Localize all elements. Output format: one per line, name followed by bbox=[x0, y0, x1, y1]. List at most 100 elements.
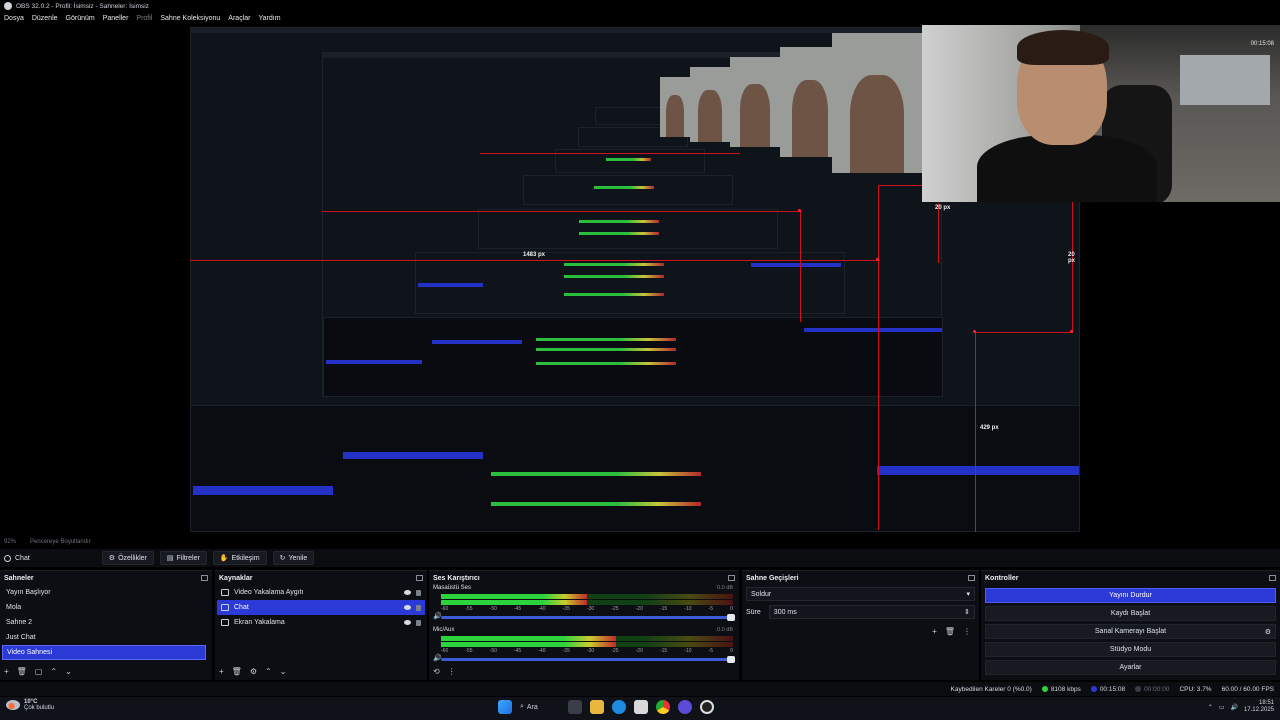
measure-label-width: 1483 px bbox=[523, 252, 546, 258]
undock-icon[interactable] bbox=[968, 575, 975, 581]
stop-streaming-button[interactable]: Yayını Durdur bbox=[985, 588, 1276, 603]
network-icon[interactable]: ▭ bbox=[1219, 704, 1225, 711]
lock-icon[interactable] bbox=[416, 589, 421, 596]
tick-label: -55 bbox=[465, 648, 473, 654]
channel-name: Masaüstü Ses bbox=[433, 585, 472, 591]
tick-label: -25 bbox=[611, 648, 619, 654]
visibility-eye-icon[interactable] bbox=[404, 605, 411, 610]
remove-transition-icon[interactable]: 🗑 bbox=[945, 627, 955, 636]
visibility-eye-icon[interactable] bbox=[404, 620, 411, 625]
volume-icon[interactable]: 🔊 bbox=[1230, 704, 1237, 711]
menu-file[interactable]: Dosya bbox=[4, 15, 24, 22]
discord-icon[interactable] bbox=[678, 700, 692, 714]
start-recording-button[interactable]: Kaydı Başlat bbox=[985, 606, 1276, 621]
level-meter bbox=[441, 600, 733, 605]
undock-icon[interactable] bbox=[201, 575, 208, 581]
remove-scene-icon[interactable]: 🗑 bbox=[17, 667, 27, 676]
settings-button[interactable]: Ayarlar bbox=[985, 660, 1276, 675]
lock-icon[interactable] bbox=[416, 604, 421, 611]
remove-source-icon[interactable]: 🗑 bbox=[232, 667, 242, 676]
transition-select[interactable]: Soldur ▾ bbox=[746, 587, 975, 601]
scene-item[interactable]: Sahne 2 bbox=[2, 615, 206, 630]
refresh-button[interactable]: ↻ Yenile bbox=[272, 551, 315, 565]
weather-cloud-icon bbox=[6, 700, 20, 710]
camera-icon bbox=[221, 589, 229, 596]
bitrate: 8108 kbps bbox=[1041, 686, 1081, 693]
preview-zoom[interactable]: 92% bbox=[4, 539, 16, 545]
interact-button[interactable]: ✋ Etkileşim bbox=[212, 551, 267, 565]
mixer-channel: Masaüstü Ses 0.0 dB -60 -55 -50 -45 -40 -35 -3… bbox=[429, 585, 739, 627]
menu-profile[interactable]: Profil bbox=[136, 15, 152, 22]
scene-item[interactable]: Yayın Başlıyor bbox=[2, 585, 206, 600]
edge-icon[interactable] bbox=[612, 700, 626, 714]
store-icon[interactable] bbox=[634, 700, 648, 714]
windows-start-icon[interactable] bbox=[498, 700, 512, 714]
preview-scale-mode[interactable]: Pencereye Boyutlandır bbox=[30, 539, 91, 545]
undock-icon[interactable] bbox=[1269, 575, 1276, 581]
scene-filter-icon[interactable]: ▢ bbox=[35, 667, 43, 676]
menu-edit[interactable]: Düzenle bbox=[32, 15, 58, 22]
studio-mode-button[interactable]: Stüdyo Modu bbox=[985, 642, 1276, 657]
source-item-selected[interactable]: Chat bbox=[217, 600, 425, 615]
weather-widget[interactable]: 10°C Çok bulutlu bbox=[6, 699, 54, 711]
title-bar: OBS 32.0.2 - Profil: İsimsiz - Sahneler:… bbox=[0, 0, 1280, 12]
monitor-icon bbox=[221, 619, 229, 626]
tick-label: -40 bbox=[538, 648, 546, 654]
cpu-usage: CPU: 3.7% bbox=[1179, 685, 1212, 693]
taskbar-search[interactable]: ⌕ Ara bbox=[520, 700, 560, 714]
duration-input[interactable]: 300 ms ⇕ bbox=[768, 605, 975, 619]
windows-taskbar: 10°C Çok bulutlu ⌕ Ara ⌃ ▭ 🔊 18:51 17.12.… bbox=[0, 697, 1280, 720]
lock-icon[interactable] bbox=[416, 619, 421, 626]
scene-item[interactable]: Just Chat bbox=[2, 630, 206, 645]
source-settings-icon[interactable]: ⚙ bbox=[250, 667, 257, 676]
meter-ticks: -60 -55 -50 -45 -40 -35 -30 -25 -20 -15 -10 -5 0 bbox=[441, 648, 733, 654]
scene-gear-icon bbox=[4, 554, 11, 562]
menu-help[interactable]: Yardım bbox=[258, 15, 280, 22]
menu-view[interactable]: Görünüm bbox=[66, 15, 95, 22]
scene-item[interactable]: Mola bbox=[2, 600, 206, 615]
menu-tools[interactable]: Araçlar bbox=[228, 15, 250, 22]
transition-menu-icon[interactable]: ⋮ bbox=[963, 627, 971, 636]
visibility-eye-icon[interactable] bbox=[404, 590, 411, 595]
stepper-icon[interactable]: ⇕ bbox=[964, 608, 970, 616]
source-item[interactable]: Ekran Yakalama bbox=[217, 615, 425, 630]
mixer-link-icon[interactable]: ⟲ bbox=[433, 667, 440, 676]
status-bar: Kaybedilen Kareler 0 (%0.0) 8108 kbps 00… bbox=[0, 682, 1280, 696]
move-up-icon[interactable]: ⌃ bbox=[265, 667, 272, 676]
tick-label: -15 bbox=[659, 606, 668, 612]
undock-icon[interactable] bbox=[416, 575, 423, 581]
hand-icon: ✋ bbox=[219, 555, 229, 562]
mixer-title: Ses Karıştırıcı bbox=[433, 574, 480, 582]
move-down-icon[interactable]: ⌄ bbox=[280, 667, 287, 676]
clock[interactable]: 18:51 17.12.2025 bbox=[1244, 700, 1274, 714]
undock-icon[interactable] bbox=[728, 575, 735, 581]
current-scene-name: Chat bbox=[15, 554, 30, 562]
source-item[interactable]: Video Yakalama Aygıtı bbox=[217, 585, 425, 600]
gear-icon[interactable]: ⚙ bbox=[1265, 628, 1271, 636]
move-up-icon[interactable]: ⌃ bbox=[50, 667, 57, 676]
add-transition-icon[interactable]: + bbox=[932, 627, 937, 636]
add-scene-icon[interactable]: + bbox=[4, 667, 9, 676]
preview-canvas[interactable]: 1483 px 429 px 20 px 20 px 00:15:08 bbox=[0, 25, 1280, 540]
volume-slider[interactable] bbox=[441, 656, 735, 663]
tick-label: -45 bbox=[513, 648, 522, 654]
file-explorer-icon[interactable] bbox=[590, 700, 604, 714]
move-down-icon[interactable]: ⌄ bbox=[65, 667, 72, 676]
filters-button[interactable]: ▤ Filtreler bbox=[159, 551, 207, 565]
properties-button[interactable]: ⚙ Özellikler bbox=[101, 551, 154, 565]
start-virtual-camera-button[interactable]: Sanal Kamerayı Başlat ⚙ bbox=[985, 624, 1276, 639]
volume-slider[interactable] bbox=[441, 614, 735, 621]
measure-label-margin-a: 20 px bbox=[935, 205, 951, 211]
menu-docks[interactable]: Paneller bbox=[103, 15, 129, 22]
webcam-source[interactable]: 00:15:08 bbox=[922, 25, 1280, 202]
task-view-icon[interactable] bbox=[568, 700, 582, 714]
scene-item-selected[interactable]: Video Sahnesi bbox=[2, 645, 206, 660]
add-source-icon[interactable]: + bbox=[219, 667, 224, 676]
chrome-icon[interactable] bbox=[656, 700, 670, 714]
window-title: OBS 32.0.2 - Profil: İsimsiz - Sahneler:… bbox=[16, 2, 149, 10]
tray-chevron-icon[interactable]: ⌃ bbox=[1208, 704, 1213, 711]
menu-scene-collection[interactable]: Sahne Koleksiyonu bbox=[160, 15, 220, 22]
browser-icon bbox=[221, 604, 229, 611]
obs-taskbar-icon[interactable] bbox=[700, 700, 714, 714]
mixer-menu-icon[interactable]: ⋮ bbox=[448, 667, 456, 676]
